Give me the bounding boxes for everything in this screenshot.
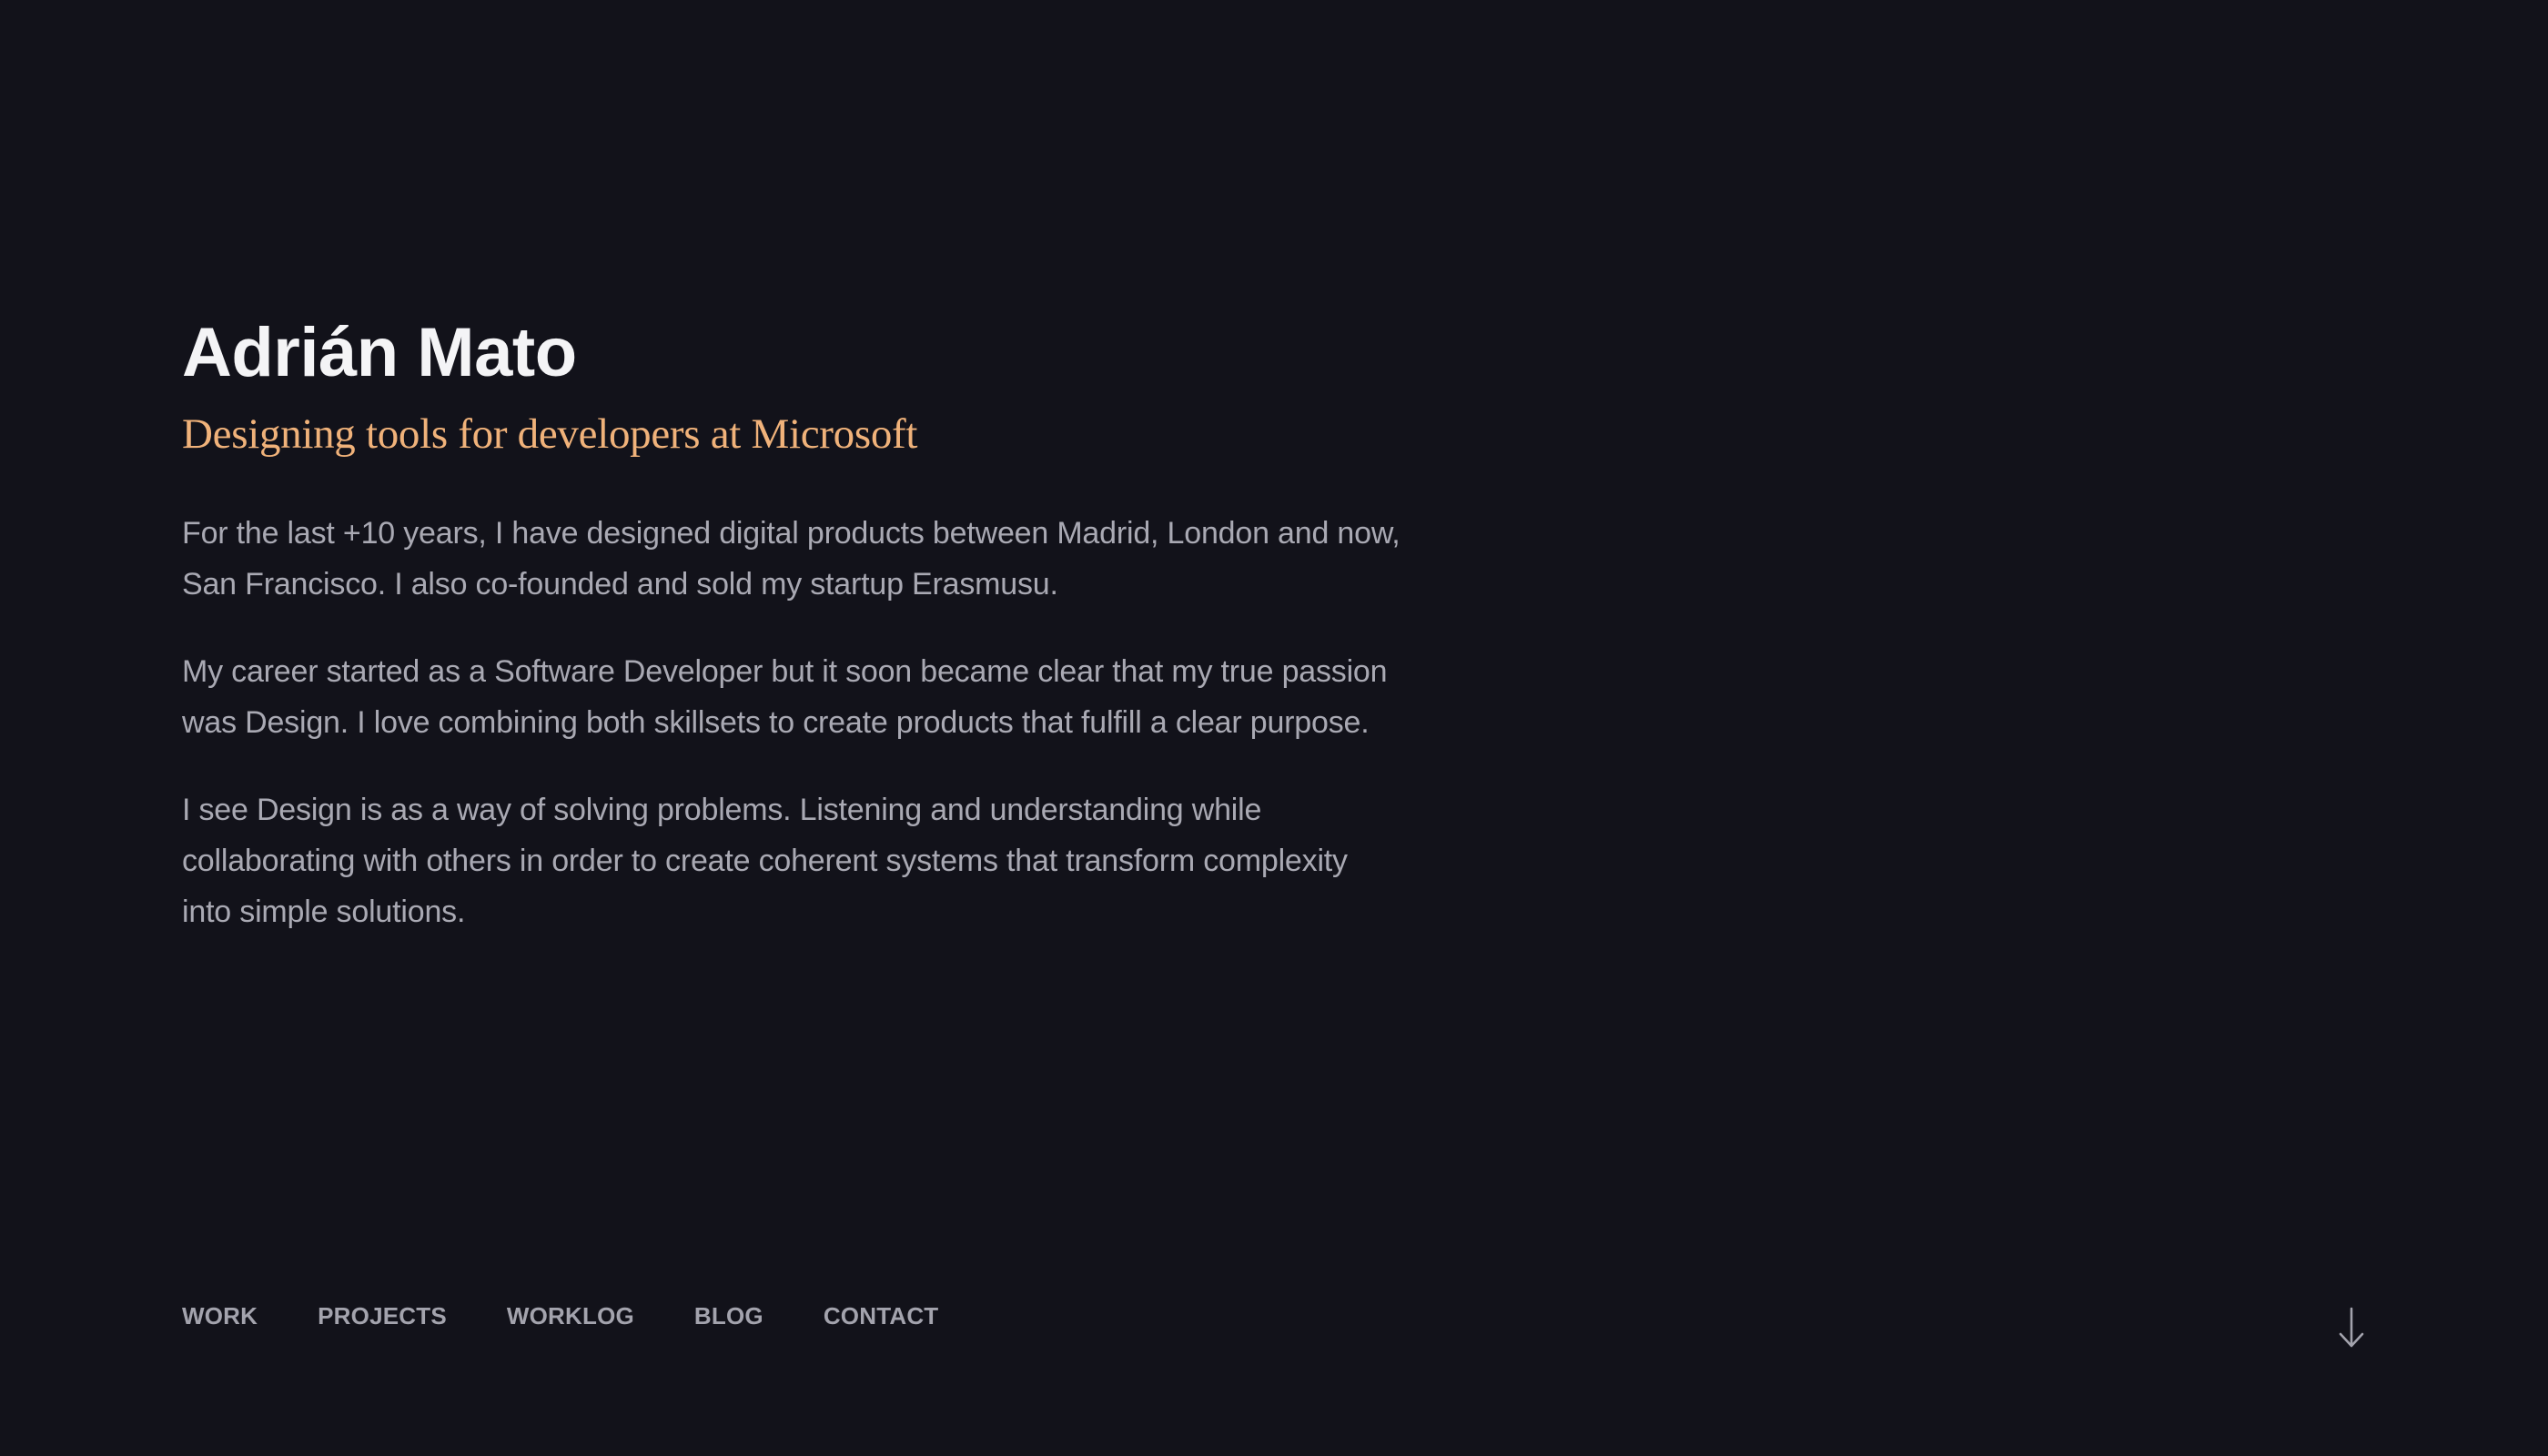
- nav-item-work[interactable]: WORK: [182, 1298, 258, 1334]
- arrow-down-icon: [2339, 1307, 2364, 1348]
- bio-paragraph: I see Design is as a way of solving prob…: [182, 793, 1348, 929]
- bio-paragraph: My career started as a Software Develope…: [182, 654, 1388, 740]
- bio: For the last +10 years, I have designed …: [182, 508, 1401, 937]
- tagline: Designing tools for developers at Micros…: [182, 410, 918, 458]
- scroll-down-button[interactable]: [2333, 1305, 2370, 1352]
- main-nav: WORK PROJECTS WORKLOG BLOG CONTACT: [182, 1298, 938, 1334]
- nav-item-blog[interactable]: BLOG: [694, 1298, 763, 1334]
- nav-item-contact[interactable]: CONTACT: [824, 1298, 939, 1334]
- nav-item-projects[interactable]: PROJECTS: [318, 1298, 447, 1334]
- hero-section: Adrián Mato Designing tools for develope…: [182, 309, 1401, 974]
- page-title: Adrián Mato: [182, 314, 577, 391]
- bio-paragraph: For the last +10 years, I have designed …: [182, 516, 1400, 602]
- nav-item-worklog[interactable]: WORKLOG: [507, 1298, 634, 1334]
